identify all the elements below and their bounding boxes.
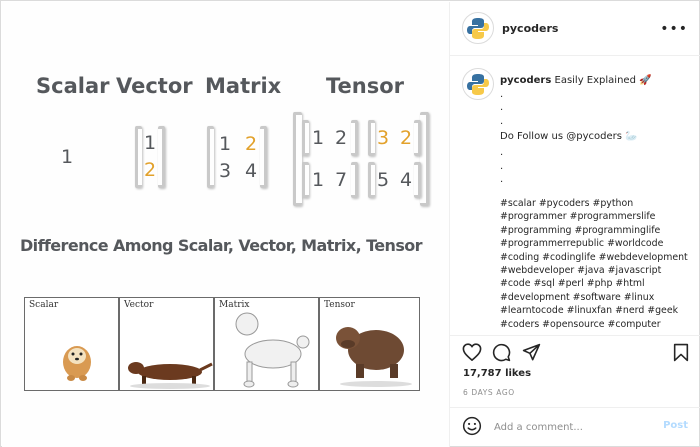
- divider: [450, 335, 700, 336]
- tensor-value: 5: [377, 169, 390, 191]
- caption-follow: Do Follow us @pycoders 🦢: [500, 131, 638, 143]
- bookmark-icon[interactable]: [673, 343, 689, 362]
- panel-label: Vector: [124, 300, 154, 310]
- divider: [450, 407, 700, 408]
- post-image: Scalar Vector Matrix Tensor 1 1 2 1 2 3 …: [2, 2, 449, 447]
- post-button[interactable]: Post: [663, 420, 688, 431]
- tensor-value: 7: [335, 169, 348, 191]
- tensor-bracket-right: [420, 112, 429, 206]
- hashtags: #scalar #pycoders #python #programmer #p…: [500, 197, 700, 331]
- panel-matrix: Matrix: [214, 297, 319, 391]
- divider: [450, 55, 700, 56]
- tensor-inner-bracket: [414, 162, 421, 198]
- hashtag-line[interactable]: #coding #codinglife #webdevelopment: [500, 251, 700, 264]
- caption-dot: .: [500, 115, 504, 127]
- matrix-value: 1: [219, 133, 232, 155]
- poodle-illustration: [235, 312, 310, 388]
- tensor-inner-bracket: [351, 162, 358, 198]
- hashtag-line[interactable]: #code #sql #perl #php #html: [500, 277, 700, 290]
- post-timestamp[interactable]: 6 DAYS AGO: [463, 388, 515, 397]
- vector-bracket-left: [135, 126, 142, 188]
- python-logo-icon: [467, 18, 489, 39]
- post-sidebar: pycoders ••• pycoders Easily Explained 🚀…: [449, 2, 700, 447]
- bulldog-illustration: [336, 327, 412, 387]
- tensor-inner-bracket: [302, 162, 309, 198]
- matrix-value: 4: [245, 160, 258, 182]
- python-logo-icon: [467, 74, 489, 95]
- panel-vector: Vector: [119, 297, 214, 391]
- header-scalar: Scalar: [36, 74, 110, 98]
- vector-value: 1: [144, 132, 157, 154]
- hashtag-line[interactable]: #coders #opensource #computer: [500, 318, 700, 331]
- matrix-value: 3: [219, 160, 232, 182]
- hashtag-line[interactable]: #learntocode #linuxfan #nerd #geek: [500, 304, 700, 317]
- caption-username[interactable]: pycoders: [500, 75, 551, 86]
- header-vector: Vector: [116, 74, 193, 98]
- likes-count[interactable]: 17,787 likes: [463, 368, 531, 379]
- caption-avatar[interactable]: [462, 68, 494, 100]
- caption-dot: .: [500, 174, 504, 186]
- caption-dot: .: [500, 88, 504, 100]
- panel-label: Matrix: [219, 300, 250, 310]
- vector-bracket-right: [158, 126, 165, 188]
- caption: pycoders Easily Explained 🚀 . . . Do Fol…: [500, 74, 695, 187]
- tensor-value: 2: [335, 127, 348, 149]
- tensor-inner-bracket: [368, 120, 375, 156]
- matrix-value: 2: [245, 133, 258, 155]
- tensor-value: 1: [312, 127, 325, 149]
- instagram-post-window: Scalar Vector Matrix Tensor 1 1 2 1 2 3 …: [0, 0, 700, 447]
- pomeranian-illustration: [63, 346, 91, 381]
- image-subtitle: Difference Among Scalar, Vector, Matrix,…: [20, 236, 423, 255]
- tensor-value: 3: [377, 127, 390, 149]
- hashtag-line[interactable]: #programmerrepublic #worldcode: [500, 237, 700, 250]
- avatar[interactable]: [462, 12, 494, 44]
- vector-value: 2: [144, 159, 157, 181]
- header-matrix: Matrix: [205, 74, 282, 98]
- matrix-bracket-right: [260, 126, 267, 188]
- tensor-value: 2: [400, 127, 413, 149]
- tensor-inner-bracket: [368, 162, 375, 198]
- comment-icon[interactable]: [492, 343, 511, 362]
- panel-label: Tensor: [324, 300, 355, 310]
- caption-title: Easily Explained 🚀: [554, 75, 652, 86]
- tensor-inner-bracket: [351, 120, 358, 156]
- tensor-value: 4: [400, 169, 413, 191]
- hashtag-line[interactable]: #programming #programminglife: [500, 224, 700, 237]
- hashtag-line[interactable]: #webdeveloper #java #javascript: [500, 264, 700, 277]
- header-username[interactable]: pycoders: [502, 22, 558, 35]
- dachshund-illustration: [128, 362, 213, 389]
- hashtag-line[interactable]: #scalar #pycoders #python: [500, 197, 700, 210]
- tensor-inner-bracket: [414, 120, 421, 156]
- caption-dot: .: [500, 160, 504, 172]
- ellipsis-icon[interactable]: •••: [660, 21, 688, 37]
- hashtag-line[interactable]: #development #software #linux: [500, 291, 700, 304]
- hashtag-line[interactable]: #programmer #programmerslife: [500, 210, 700, 223]
- panel-label: Scalar: [29, 300, 59, 310]
- share-icon[interactable]: [522, 343, 541, 362]
- heart-icon[interactable]: [462, 343, 482, 361]
- tensor-value: 1: [312, 169, 325, 191]
- tensor-bracket-left: [293, 112, 302, 206]
- panel-scalar: Scalar: [24, 297, 119, 391]
- matrix-bracket-left: [207, 126, 214, 188]
- emoji-icon[interactable]: [462, 416, 482, 436]
- scalar-value: 1: [61, 146, 74, 168]
- header-tensor: Tensor: [326, 74, 405, 98]
- comment-input[interactable]: [494, 419, 654, 435]
- tensor-inner-bracket: [302, 120, 309, 156]
- panel-tensor: Tensor: [319, 297, 420, 391]
- caption-dot: .: [500, 146, 504, 158]
- caption-dot: .: [500, 102, 504, 114]
